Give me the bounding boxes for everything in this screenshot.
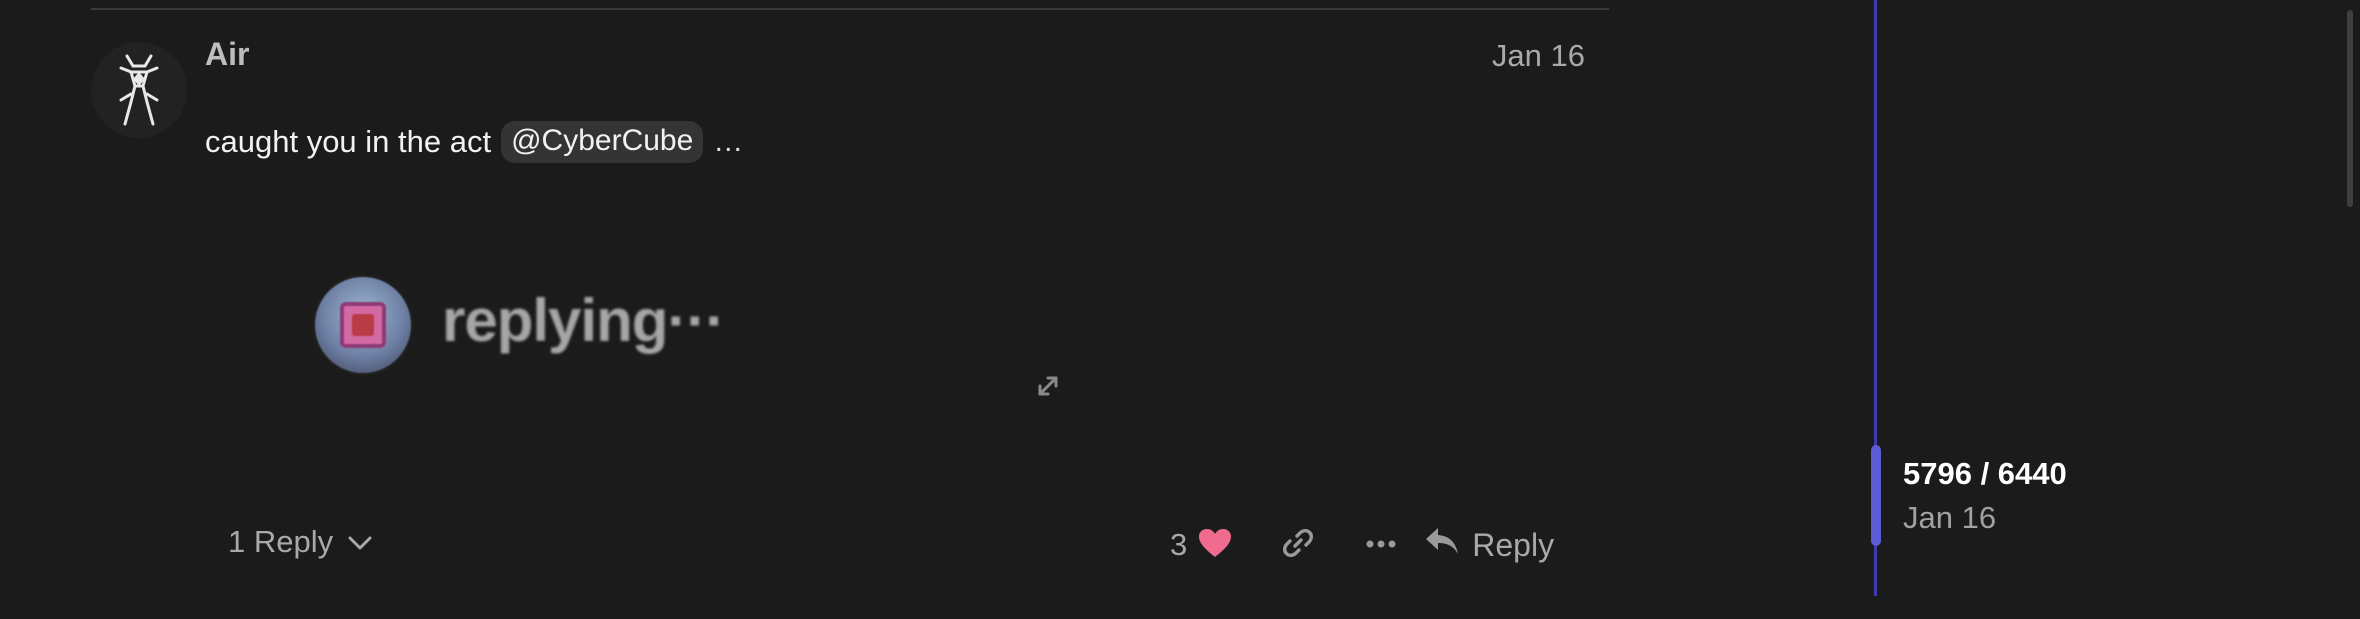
author-avatar[interactable]: [91, 42, 187, 138]
post-actions: 3 Reply: [1160, 520, 1554, 570]
timeline-date: Jan 16: [1903, 500, 1997, 535]
user-mention[interactable]: @CyberCube: [501, 121, 704, 163]
media-avatar-image: [315, 277, 411, 373]
topic-page: Air Jan 16 caught you in the act @CyberC…: [0, 0, 2360, 619]
post-divider: [91, 8, 1609, 10]
post-text: caught you in the act: [205, 124, 492, 159]
timeline-scroller-handle[interactable]: [1871, 445, 1881, 546]
replies-label: 1 Reply: [228, 524, 334, 559]
copy-link-button[interactable]: [1273, 520, 1323, 570]
chevron-down-icon: [347, 524, 373, 560]
post-body: caught you in the act @CyberCube …: [205, 121, 743, 163]
expand-icon[interactable]: [1030, 368, 1066, 404]
post-media-image[interactable]: replying···: [300, 262, 1060, 422]
like-count: 3: [1170, 527, 1188, 562]
timeline-position: 5796 / 6440: [1903, 456, 2067, 491]
page-scrollbar-thumb[interactable]: [2347, 10, 2353, 207]
cube-core: [352, 314, 374, 336]
more-actions-button[interactable]: [1356, 520, 1406, 570]
link-icon: [1281, 526, 1315, 565]
show-replies-button[interactable]: 1 Reply: [228, 524, 373, 560]
like-button[interactable]: 3: [1170, 527, 1233, 564]
media-overlay-text: replying···: [442, 287, 725, 354]
post-ellipsis: …: [713, 125, 744, 158]
more-icon: [1365, 536, 1397, 554]
post-author-name[interactable]: Air: [205, 36, 249, 73]
post-date[interactable]: Jan 16: [1492, 38, 1585, 74]
reply-button[interactable]: Reply: [1424, 526, 1554, 564]
author-avatar-figure: [91, 42, 187, 138]
reply-button-label: Reply: [1472, 526, 1555, 563]
reply-icon: [1424, 526, 1460, 564]
heart-icon: [1197, 527, 1233, 564]
